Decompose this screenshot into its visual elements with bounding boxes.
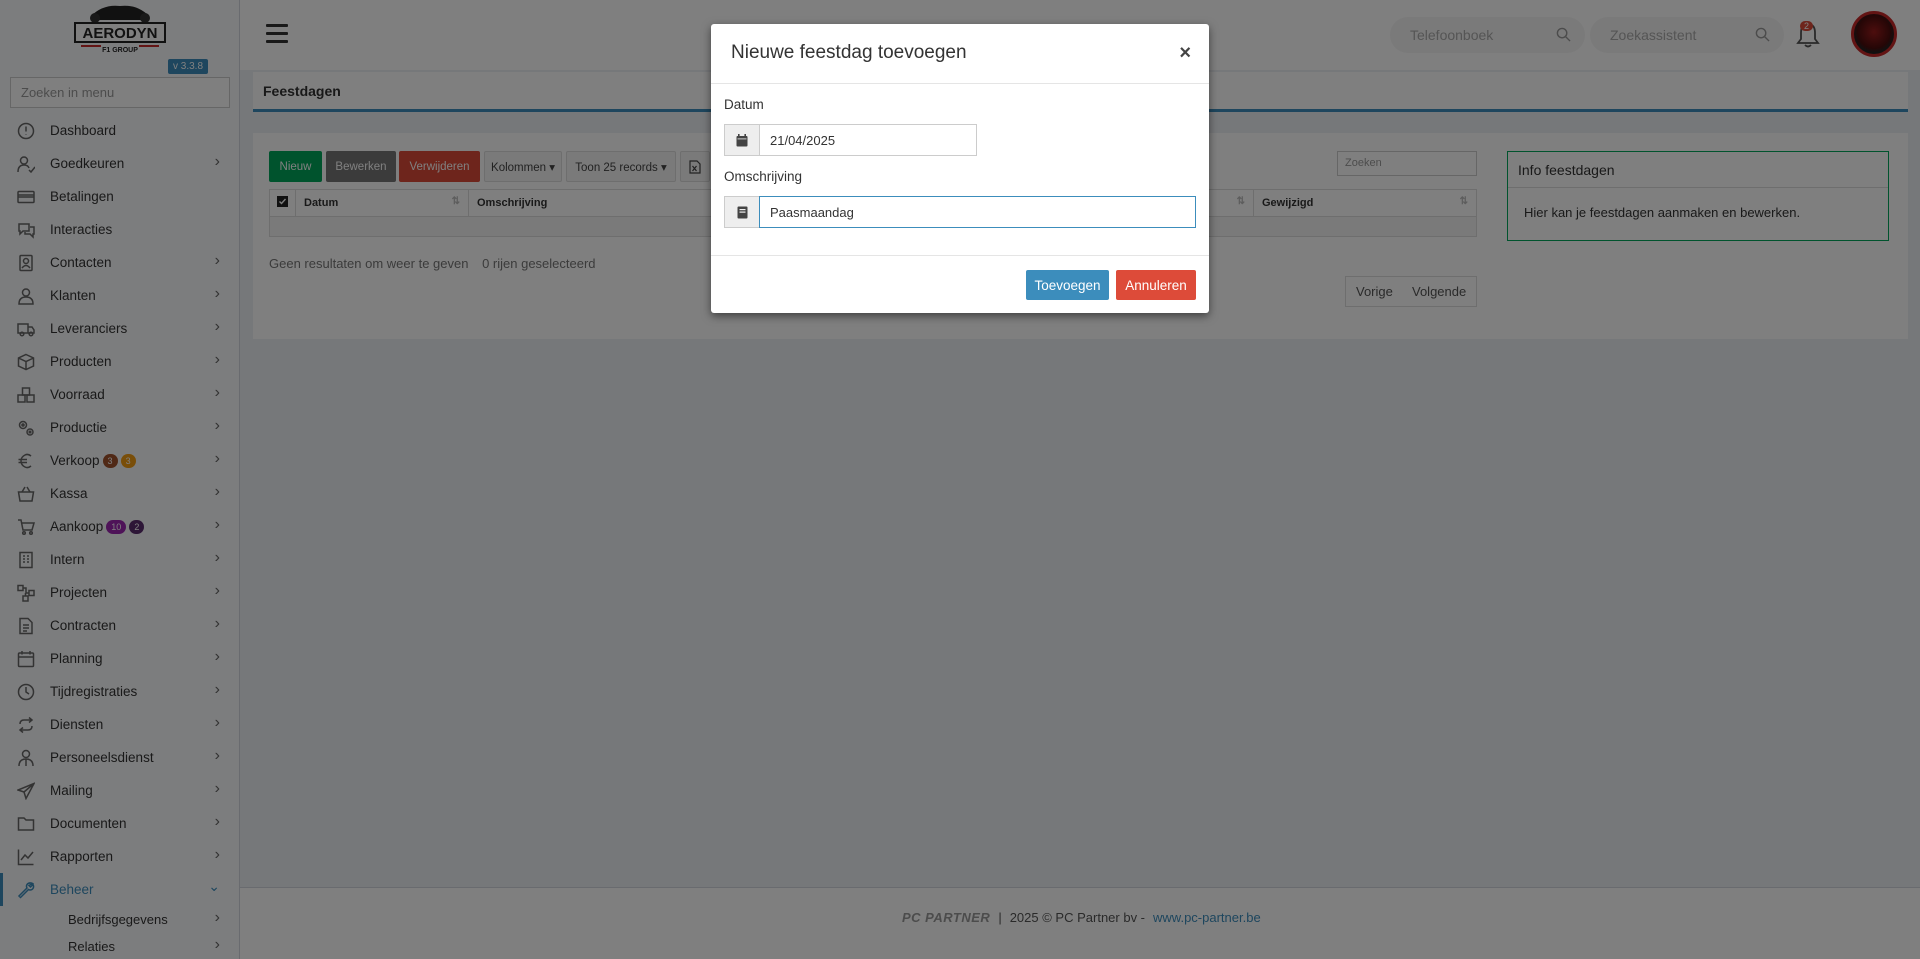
date-field[interactable] <box>759 124 977 156</box>
add-holiday-modal: Nieuwe feestdag toevoegen × Datum Omschr… <box>711 24 1209 313</box>
date-input-group <box>724 124 977 156</box>
description-field[interactable] <box>759 196 1196 228</box>
description-input-group <box>724 196 1196 228</box>
close-icon[interactable]: × <box>1179 42 1191 65</box>
calendar-icon <box>724 124 759 156</box>
date-label: Datum <box>724 97 764 112</box>
cancel-button[interactable]: Annuleren <box>1116 270 1196 300</box>
modal-footer: Toevoegen Annuleren <box>711 255 1209 313</box>
submit-button[interactable]: Toevoegen <box>1026 270 1109 300</box>
description-label: Omschrijving <box>724 169 803 184</box>
modal-header: Nieuwe feestdag toevoegen × <box>711 24 1209 84</box>
book-icon <box>724 196 759 228</box>
modal-title: Nieuwe feestdag toevoegen <box>731 42 967 63</box>
